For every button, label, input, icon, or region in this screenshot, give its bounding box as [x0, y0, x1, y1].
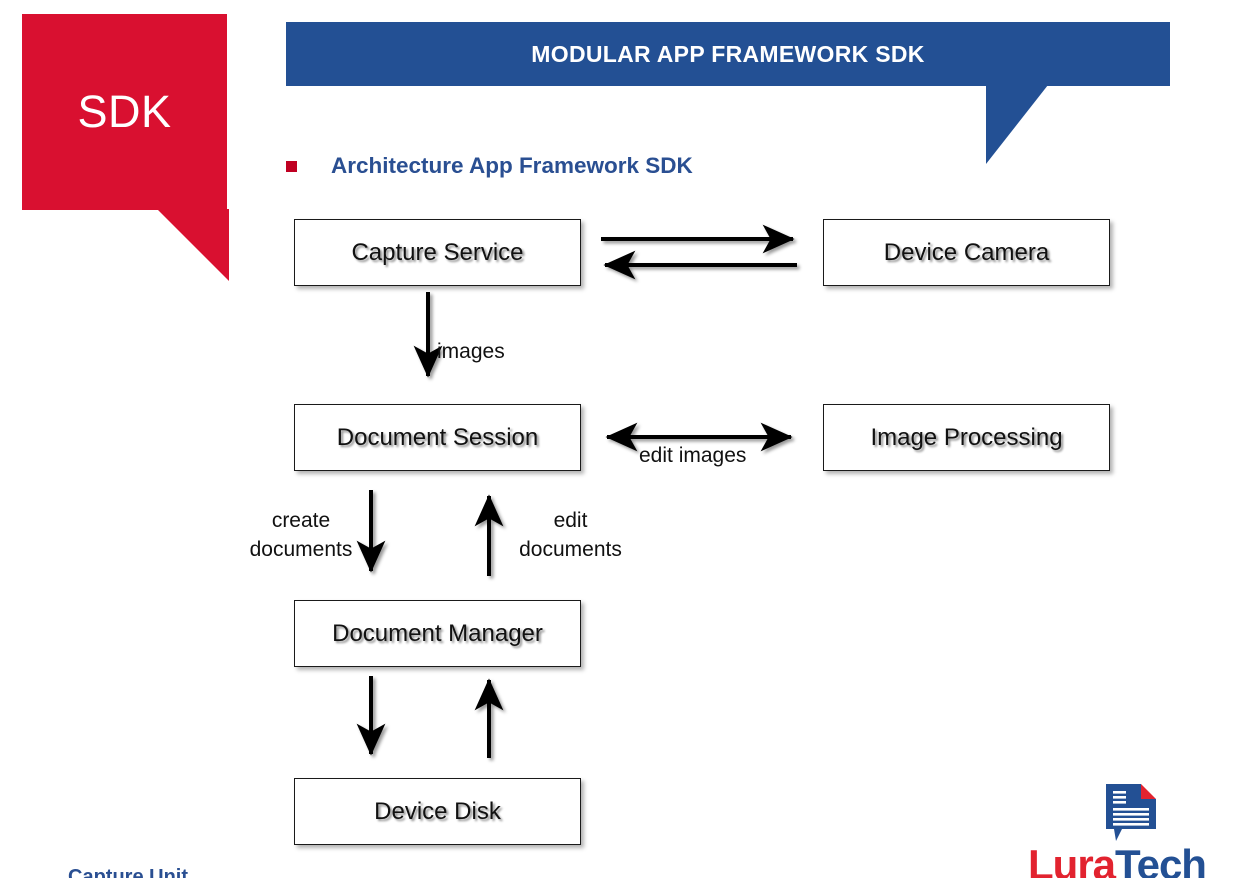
node-label: Device Camera [883, 238, 1050, 266]
node-label: Document Manager [332, 619, 543, 647]
luratech-logo: LuraTech [1001, 783, 1233, 878]
node-label: Document Session [336, 423, 539, 451]
edge-label-line: documents [519, 538, 622, 561]
node-label: Capture Service [351, 238, 524, 266]
edge-label-edit-images: edit images [639, 444, 747, 467]
edge-label-line: documents [249, 538, 353, 561]
slide-canvas: SDK MODULAR APP FRAMEWORK SDK Architectu… [0, 0, 1240, 878]
document-page-icon [1106, 784, 1156, 841]
header-banner-tail [986, 85, 1048, 164]
header-banner: MODULAR APP FRAMEWORK SDK [286, 22, 1170, 164]
sdk-badge: SDK [22, 14, 229, 281]
sdk-badge-label: SDK [77, 86, 172, 137]
footer-cut-off-text: Capture Unit [68, 866, 188, 878]
edge-label-edit-documents: edit documents [503, 506, 638, 564]
node-label: Device Disk [374, 797, 501, 825]
node-document-session[interactable]: Document Session [294, 404, 581, 471]
subtitle-label: Architecture App Framework SDK [331, 153, 693, 178]
square-bullet-icon [286, 160, 297, 172]
luratech-wordmark: LuraTech [1001, 841, 1233, 878]
node-capture-service[interactable]: Capture Service [294, 219, 581, 286]
subtitle-row: Architecture App Framework SDK [286, 153, 693, 179]
node-document-manager[interactable]: Document Manager [294, 600, 581, 667]
edge-label-create-documents: create documents [240, 506, 362, 564]
page-title: MODULAR APP FRAMEWORK SDK [531, 40, 925, 67]
sdk-badge-tail [157, 209, 229, 281]
edge-label-images: images [437, 340, 505, 363]
logo-text-lura: Lura [1028, 841, 1116, 878]
node-label: Image Processing [870, 423, 1063, 451]
edge-label-line: create [271, 509, 331, 532]
logo-text-tech: Tech [1115, 841, 1207, 878]
edge-label-line: edit [553, 509, 588, 532]
node-device-disk[interactable]: Device Disk [294, 778, 581, 845]
node-device-camera[interactable]: Device Camera [823, 219, 1110, 286]
node-image-processing[interactable]: Image Processing [823, 404, 1110, 471]
